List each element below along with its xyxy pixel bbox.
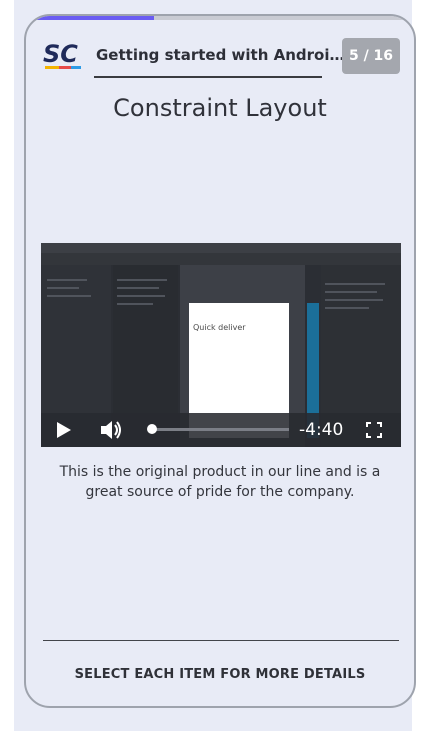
video-ide-line bbox=[47, 287, 79, 289]
lesson-description: This is the original product in our line… bbox=[59, 464, 381, 500]
video-ide-menubar bbox=[41, 243, 401, 253]
play-icon[interactable] bbox=[55, 421, 73, 439]
video-player[interactable]: Quick deliver -4:40 bbox=[41, 243, 401, 447]
video-ide-line bbox=[117, 279, 167, 281]
volume-icon[interactable] bbox=[99, 419, 123, 441]
video-ide-line bbox=[117, 295, 165, 297]
lesson-progress-fill bbox=[26, 16, 155, 20]
video-ide-line bbox=[325, 299, 383, 301]
lesson-progress-bar bbox=[26, 16, 414, 20]
video-scrubber-track[interactable] bbox=[149, 428, 289, 431]
page-indicator-badge: 5 / 16 bbox=[342, 38, 400, 74]
video-phone-preview-text: Quick deliver bbox=[193, 323, 246, 332]
course-title: Getting started with Androi... bbox=[96, 46, 346, 64]
logo-text: SC bbox=[43, 40, 78, 68]
video-time-remaining: -4:40 bbox=[299, 420, 344, 440]
video-ide-toolbar bbox=[41, 253, 401, 265]
page-title: Constraint Layout bbox=[113, 94, 327, 122]
fullscreen-icon[interactable] bbox=[366, 422, 382, 438]
lesson-card: SC Getting started with Androi... 5 / 16… bbox=[24, 14, 416, 708]
video-ide-line bbox=[325, 283, 385, 285]
video-ide-line bbox=[47, 295, 91, 297]
video-ide-line bbox=[117, 287, 159, 289]
video-controls-bar: -4:40 bbox=[41, 413, 401, 447]
footer-instruction: SELECT EACH ITEM FOR MORE DETAILS bbox=[74, 667, 366, 682]
video-ide-line bbox=[47, 279, 87, 281]
header-divider bbox=[94, 76, 322, 78]
video-ide-line bbox=[325, 307, 369, 309]
video-ide-line bbox=[325, 291, 377, 293]
sc-logo: SC bbox=[43, 38, 83, 72]
footer-divider bbox=[43, 640, 399, 641]
video-ide-line bbox=[117, 303, 153, 305]
video-scrubber-knob[interactable] bbox=[146, 424, 157, 434]
